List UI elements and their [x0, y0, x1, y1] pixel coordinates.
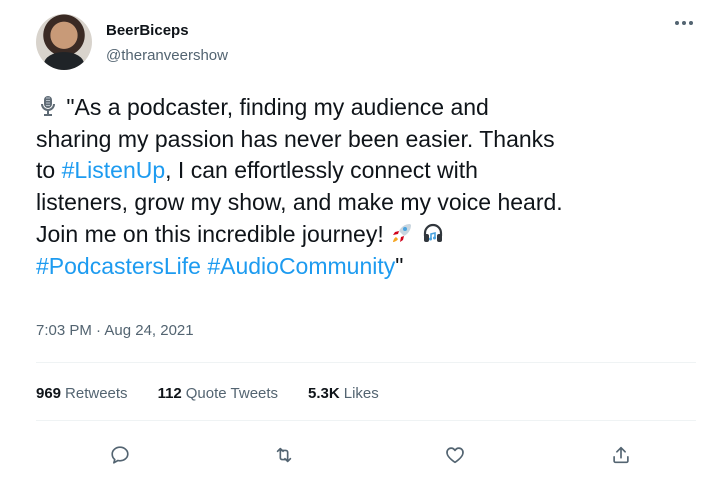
- quote-tweets-stat[interactable]: 112 Quote Tweets: [158, 385, 278, 402]
- tweet-line-6: #PodcastersLife #AudioCommunity": [36, 251, 696, 283]
- rocket-icon: [393, 223, 412, 242]
- closing-quote: ": [395, 252, 404, 279]
- avatar-shirt: [44, 52, 84, 70]
- share-button[interactable]: [606, 440, 636, 470]
- tweet-line-5: Join me on this incredible journey!: [36, 219, 696, 251]
- retweets-stat[interactable]: 969 Retweets: [36, 385, 128, 402]
- divider: [36, 362, 696, 363]
- retweet-icon: [276, 447, 292, 463]
- tweet-text: "As a podcaster, finding my audience and…: [36, 92, 696, 282]
- tweet-line-2: sharing my passion has never been easier…: [36, 125, 555, 152]
- likes-count: 5.3K: [308, 385, 340, 402]
- hashtag-podcasterslife[interactable]: #PodcastersLife: [36, 253, 201, 279]
- more-dots-icon: [675, 21, 693, 25]
- likes-label: Likes: [343, 385, 379, 402]
- tweet-text-segment: Join me on this incredible journey!: [36, 220, 384, 247]
- author-avatar[interactable]: [36, 14, 92, 70]
- tweet-line-3: to #ListenUp, I can effortlessly connect…: [36, 155, 696, 187]
- tweet-timestamp[interactable]: 7:03 PM · Aug 24, 2021: [36, 322, 194, 339]
- author-handle[interactable]: @theranveershow: [106, 47, 228, 64]
- tweet-line-4: listeners, grow my show, and make my voi…: [36, 189, 563, 216]
- headphones-icon: [423, 223, 442, 242]
- tweet-line-1: "As a podcaster, finding my audience and: [36, 92, 696, 124]
- retweets-count: 969: [36, 385, 62, 402]
- heart-icon: [446, 447, 464, 464]
- quote-tweets-label: Quote Tweets: [185, 385, 279, 402]
- microphone-icon: [41, 96, 55, 116]
- like-button[interactable]: [440, 440, 470, 470]
- tweet-stats: 969 Retweets 112 Quote Tweets 5.3K Likes: [36, 385, 379, 402]
- quote-tweets-count: 112: [157, 385, 182, 402]
- divider: [36, 420, 696, 421]
- hashtag-listenup[interactable]: #ListenUp: [62, 157, 166, 183]
- tweet-text-segment: to: [36, 157, 62, 184]
- reply-icon: [111, 446, 129, 464]
- retweets-label: Retweets: [65, 385, 128, 402]
- reply-button[interactable]: [105, 440, 135, 470]
- share-icon: [613, 446, 629, 464]
- retweet-button[interactable]: [269, 440, 299, 470]
- likes-stat[interactable]: 5.3K Likes: [308, 385, 379, 402]
- tweet-text-line: "As a podcaster, finding my audience and: [66, 94, 489, 120]
- tweet-text-segment: , I can effortlessly connect with: [165, 157, 478, 184]
- tweet-actions: [36, 440, 696, 470]
- more-options-button[interactable]: [674, 10, 694, 31]
- hashtag-audiocommunity[interactable]: #AudioCommunity: [207, 253, 395, 279]
- author-name[interactable]: BeerBiceps: [106, 22, 189, 39]
